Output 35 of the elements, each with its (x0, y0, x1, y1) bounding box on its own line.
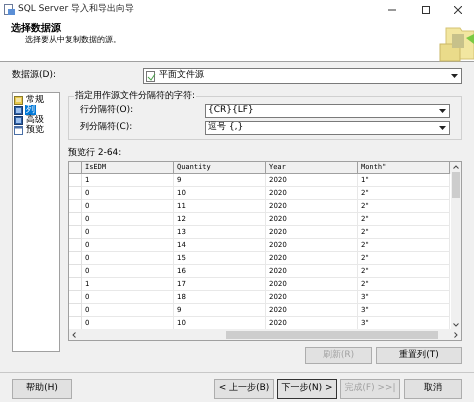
scroll-down-icon[interactable] (453, 323, 459, 327)
page-title: 选择数据源 (11, 23, 62, 35)
sidebar-item[interactable]: 常规 (25, 95, 45, 105)
delimiter-dropdown[interactable]: 逗号 {,} (205, 121, 450, 135)
scrollbar-thumb[interactable] (226, 330, 438, 338)
dropdown-arrow-icon (439, 109, 446, 113)
group-legend: 指定用作源文件分隔符的字符: (74, 91, 196, 102)
sidebar-item[interactable]: 高级 (25, 115, 45, 125)
vertical-scrollbar[interactable] (451, 162, 461, 329)
scroll-right-icon[interactable] (454, 332, 458, 338)
close-icon[interactable] (454, 6, 462, 14)
field-label: 列分隔符(C): (80, 121, 134, 134)
scrollbar-thumb[interactable] (452, 172, 460, 198)
page-subtitle: 选择要从中复制数据的源。 (24, 35, 121, 45)
app-icon (4, 4, 15, 15)
window-title: SQL Server 导入和导出向导 (18, 2, 134, 16)
sidebar-item[interactable]: 预览 (25, 125, 45, 135)
delimiter-dropdown[interactable]: {CR}{LF} (205, 104, 450, 118)
minimize-icon[interactable] (388, 8, 396, 10)
footer-button[interactable]: 取消 (404, 379, 462, 399)
footer-button[interactable]: 下一步(N) > (277, 379, 337, 399)
dropdown-arrow-icon (439, 126, 446, 130)
field-label: 数据源(D): (12, 69, 57, 82)
panel-button[interactable]: 重置列(T) (376, 347, 462, 364)
field-label: 行分隔符(O): (80, 104, 134, 118)
horizontal-scrollbar[interactable] (69, 329, 461, 340)
maximize-icon[interactable] (422, 6, 430, 14)
scroll-left-icon[interactable] (72, 332, 76, 338)
dropdown-arrow-icon (451, 74, 458, 78)
sidebar-item[interactable]: 列 (25, 105, 36, 115)
footer-button[interactable]: < 上一步(B) (214, 379, 274, 399)
data-source-dropdown[interactable]: 平面文件源 (143, 68, 462, 84)
preview-label: 预览行 2-64: (68, 148, 122, 158)
footer-button[interactable]: 帮助(H) (12, 379, 72, 399)
scroll-up-icon[interactable] (453, 165, 459, 169)
